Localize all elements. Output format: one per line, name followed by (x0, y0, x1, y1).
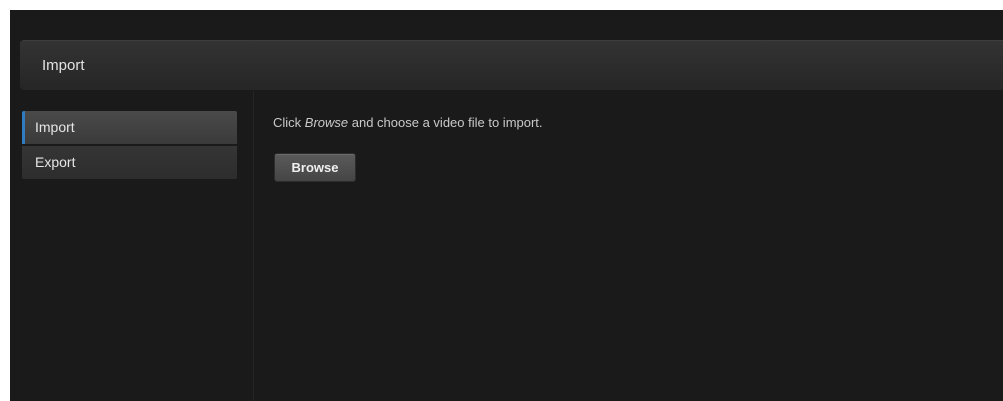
instruction-emphasis: Browse (304, 115, 349, 130)
sidebar-item-label: Export (35, 154, 76, 170)
instruction-prefix: Click (273, 115, 305, 130)
page-header: Import (20, 40, 1003, 90)
import-export-window: Import Import Export Click Browse and ch… (10, 10, 1003, 401)
import-instruction: Click Browse and choose a video file to … (273, 115, 543, 130)
page-title: Import (42, 57, 85, 74)
sidebar-item-export[interactable]: Export (22, 146, 237, 179)
browse-button[interactable]: Browse (274, 153, 356, 182)
sidebar-item-label: Import (35, 119, 75, 135)
sidebar-item-import[interactable]: Import (22, 111, 237, 144)
main-content: Click Browse and choose a video file to … (254, 91, 1003, 401)
instruction-suffix: and choose a video file to import. (348, 115, 543, 130)
sidebar: Import Export (10, 91, 254, 401)
